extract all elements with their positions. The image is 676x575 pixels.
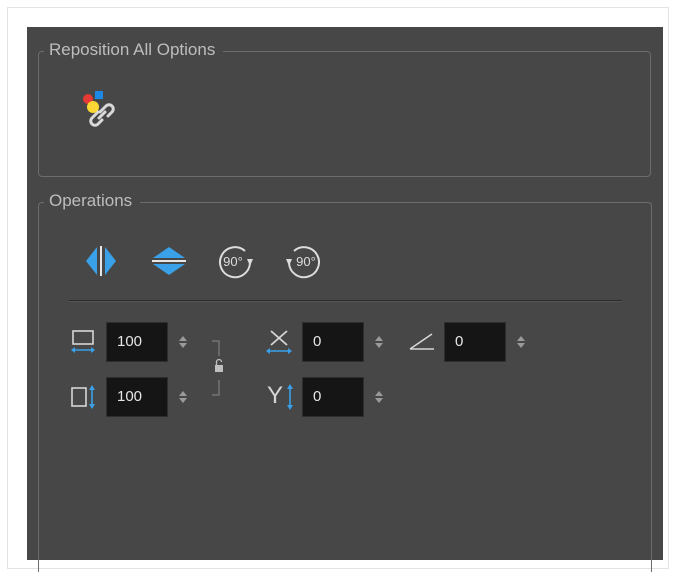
operations-separator: [69, 300, 622, 302]
tool-properties-panel: Reposition All Options Operations 90° 90…: [27, 27, 663, 572]
flip-horizontal-button[interactable]: [80, 243, 122, 283]
rotate-ccw-label: 90°: [296, 254, 316, 269]
reposition-all-button[interactable]: [79, 90, 121, 132]
x-offset-icon: [264, 327, 294, 362]
reposition-all-link-icon: [78, 88, 122, 137]
lock-ratio-icon[interactable]: [210, 340, 228, 401]
rotate-90-cw-icon: 90°: [214, 242, 256, 285]
reposition-all-options-group: Reposition All Options: [38, 40, 651, 177]
reposition-all-options-legend: Reposition All Options: [44, 40, 224, 60]
rotate-90-ccw-button[interactable]: 90°: [283, 243, 325, 283]
y-offset-field[interactable]: 0: [302, 377, 364, 417]
width-scale-icon: [69, 328, 97, 361]
operations-legend: Operations: [44, 191, 141, 211]
flip-vertical-button[interactable]: [148, 243, 190, 283]
height-scale-icon: [69, 383, 97, 416]
width-scale-spinner[interactable]: [177, 331, 189, 353]
flip-horizontal-icon: [81, 243, 121, 284]
width-scale-field[interactable]: 100: [106, 322, 168, 362]
height-scale-field[interactable]: 100: [106, 377, 168, 417]
rotate-90-ccw-icon: 90°: [283, 242, 325, 285]
y-offset-spinner[interactable]: [373, 386, 385, 408]
y-offset-icon: Y: [266, 382, 302, 412]
angle-spinner[interactable]: [515, 331, 527, 353]
x-offset-field[interactable]: 0: [302, 322, 364, 362]
x-offset-spinner[interactable]: [373, 331, 385, 353]
rotate-cw-label: 90°: [223, 254, 243, 269]
height-scale-spinner[interactable]: [177, 386, 189, 408]
rotate-90-cw-button[interactable]: 90°: [214, 243, 256, 283]
angle-icon: [407, 329, 437, 360]
angle-field[interactable]: 0: [444, 322, 506, 362]
flip-vertical-icon: [149, 243, 189, 284]
y-offset-label: Y: [267, 382, 284, 409]
